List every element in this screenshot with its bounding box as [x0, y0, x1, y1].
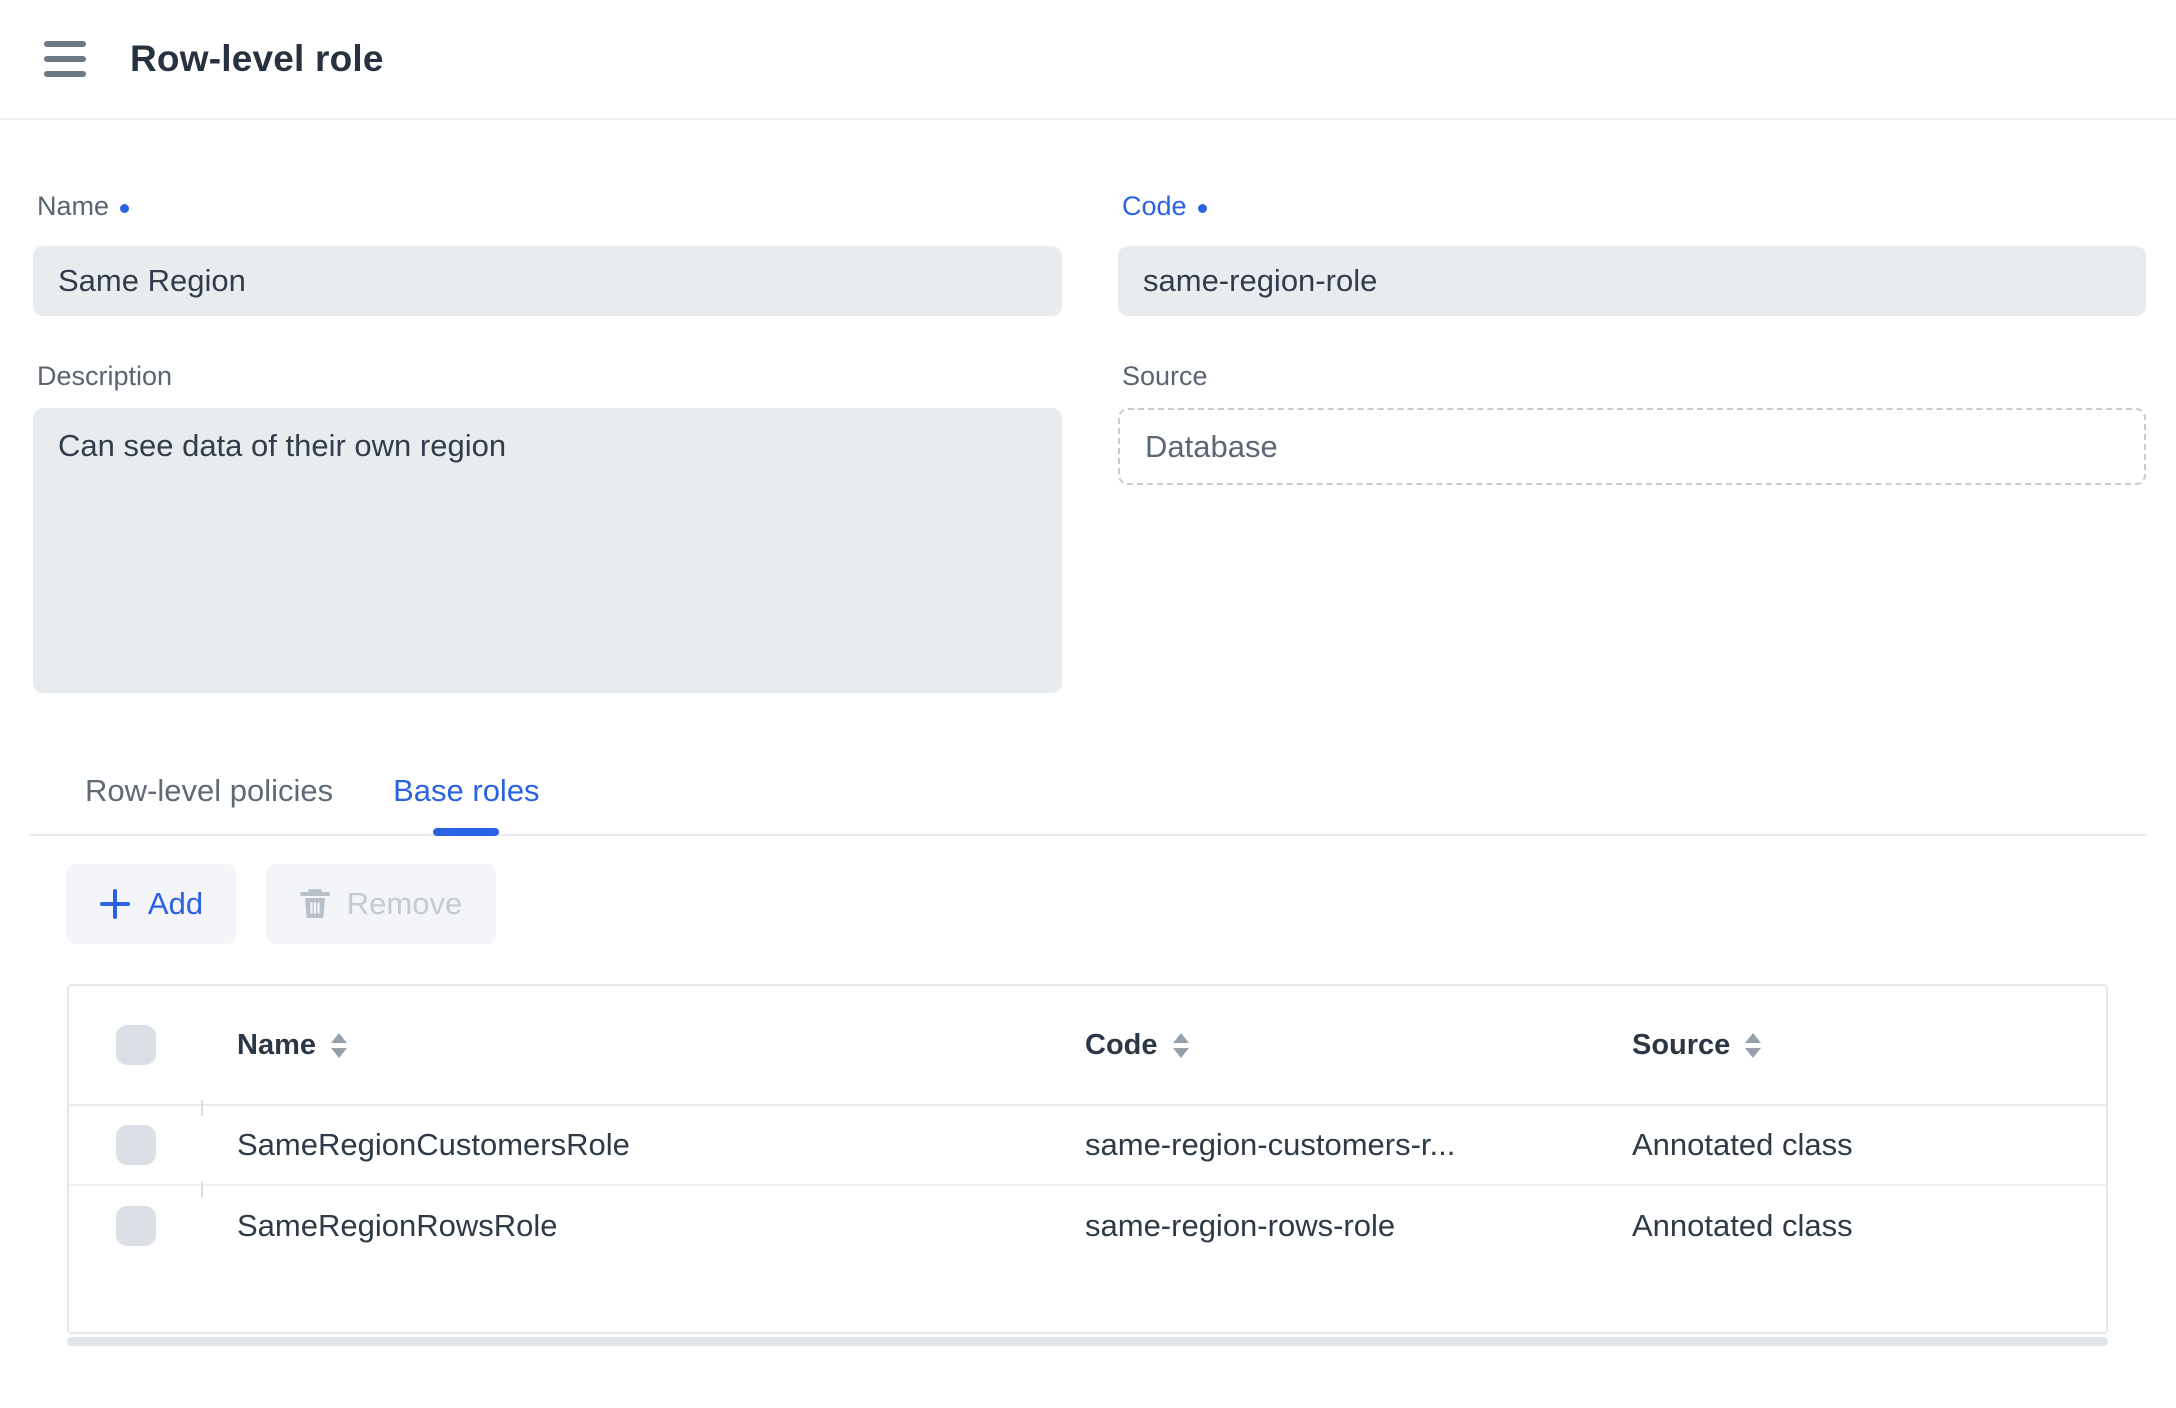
cell-name: SameRegionCustomersRole: [202, 1127, 1050, 1163]
menu-icon[interactable]: [44, 41, 86, 77]
table-header-row: Name Code Source: [69, 986, 2106, 1106]
tab-divider: [30, 834, 2146, 836]
app-header: Row-level role: [0, 0, 2176, 120]
name-label: Name: [37, 190, 1062, 222]
select-all-checkbox[interactable]: [116, 1025, 156, 1065]
sort-icon: [1173, 1033, 1189, 1058]
table-row[interactable]: SameRegionCustomersRole same-region-cust…: [69, 1106, 2106, 1186]
column-divider: [201, 1182, 203, 1198]
table-row[interactable]: SameRegionRowsRole same-region-rows-role…: [69, 1186, 2106, 1266]
base-roles-table: Name Code Source SameRegionCustomersRole…: [67, 984, 2108, 1334]
add-button[interactable]: Add: [66, 864, 236, 944]
table-toolbar: Add Remove: [33, 864, 2146, 944]
tab-bar: Row-level policies Base roles: [33, 773, 2146, 836]
tab-row-level-policies[interactable]: Row-level policies: [85, 773, 333, 834]
remove-button[interactable]: Remove: [266, 864, 496, 944]
horizontal-scrollbar[interactable]: [67, 1337, 2108, 1346]
code-input[interactable]: same-region-role: [1118, 246, 2146, 316]
sort-icon: [331, 1033, 347, 1058]
cell-code: same-region-customers-r...: [1050, 1127, 1597, 1163]
row-checkbox[interactable]: [116, 1125, 156, 1165]
name-input[interactable]: Same Region: [33, 246, 1062, 316]
code-field-group: Code same-region-role: [1118, 190, 2146, 316]
page-title: Row-level role: [130, 38, 384, 80]
required-dot-icon: [120, 204, 129, 213]
description-field-group: Description Can see data of their own re…: [33, 360, 1062, 693]
code-label: Code: [1122, 190, 2146, 222]
cell-source: Annotated class: [1597, 1208, 2106, 1244]
trash-icon: [300, 887, 330, 921]
required-dot-icon: [1198, 204, 1207, 213]
column-header-source[interactable]: Source: [1597, 1029, 2106, 1062]
description-textarea[interactable]: Can see data of their own region: [33, 408, 1062, 693]
cell-source: Annotated class: [1597, 1127, 2106, 1163]
name-field-group: Name Same Region: [33, 190, 1062, 316]
active-tab-indicator: [433, 828, 499, 836]
column-header-name[interactable]: Name: [202, 1029, 1050, 1062]
sort-icon: [1745, 1033, 1761, 1058]
source-readonly-field: Database: [1118, 408, 2146, 485]
column-divider: [201, 1100, 203, 1116]
tab-base-roles[interactable]: Base roles: [393, 773, 539, 834]
row-checkbox[interactable]: [116, 1206, 156, 1246]
description-label: Description: [37, 360, 1062, 392]
source-label: Source: [1122, 360, 2146, 392]
cell-code: same-region-rows-role: [1050, 1208, 1597, 1244]
source-field-group: Source Database: [1118, 360, 2146, 693]
plus-icon: [99, 888, 131, 920]
column-header-code[interactable]: Code: [1050, 1029, 1597, 1062]
cell-name: SameRegionRowsRole: [202, 1208, 1050, 1244]
